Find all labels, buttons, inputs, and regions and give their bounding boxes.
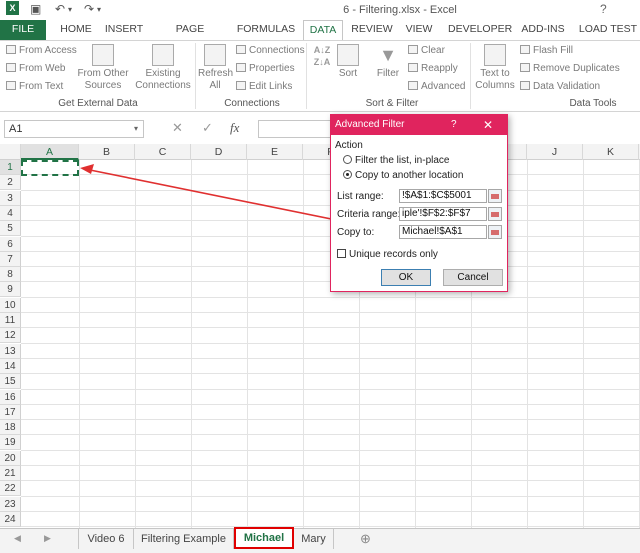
radio-icon bbox=[343, 155, 352, 164]
copy-to-picker-icon[interactable] bbox=[488, 225, 502, 239]
scroll-left-icon[interactable]: ◀ bbox=[14, 533, 21, 544]
dialog-title: Advanced Filter bbox=[335, 119, 405, 130]
cancel-button[interactable]: Cancel bbox=[443, 269, 503, 286]
checkbox-icon bbox=[337, 249, 346, 258]
criteria-range-field[interactable]: iple'!$F$2:$F$7 bbox=[399, 207, 487, 221]
dialog-title-bar: Advanced Filter ? ✕ bbox=[331, 115, 507, 135]
help-icon[interactable]: ? bbox=[451, 115, 457, 135]
annotation-arrow bbox=[80, 164, 401, 234]
sheet-tab-filtering-example[interactable]: Filtering Example bbox=[134, 529, 234, 549]
ok-button[interactable]: OK bbox=[381, 269, 431, 286]
list-range-field[interactable]: !$A$1:$C$5001 bbox=[399, 189, 487, 203]
radio-selected-icon bbox=[343, 170, 352, 179]
sheet-tab-michael[interactable]: Michael bbox=[234, 527, 294, 549]
criteria-range-label: Criteria range: bbox=[337, 209, 401, 220]
action-label: Action bbox=[335, 140, 363, 151]
criteria-range-picker-icon[interactable] bbox=[488, 207, 502, 221]
copy-to-label: Copy to: bbox=[337, 227, 375, 238]
add-sheet-icon[interactable]: ⊕ bbox=[360, 531, 371, 547]
sheet-tab-mary[interactable]: Mary bbox=[294, 529, 334, 549]
dialog-body: Action Filter the list, in-place Copy to… bbox=[331, 135, 507, 291]
list-range-label: List range: bbox=[337, 191, 384, 202]
unique-records-checkbox[interactable]: Unique records only bbox=[337, 249, 438, 260]
advanced-filter-dialog: Advanced Filter ? ✕ Action Filter the li… bbox=[330, 114, 508, 292]
annotation-arrow-head bbox=[80, 164, 94, 174]
sheet-tabs-bar: ◀ ▶ Video 6 Filtering Example Michael Ma… bbox=[0, 527, 640, 553]
copy-to-field[interactable]: Michael!$A$1 bbox=[399, 225, 487, 239]
close-icon[interactable]: ✕ bbox=[483, 115, 493, 135]
scroll-right-icon[interactable]: ▶ bbox=[44, 533, 51, 544]
radio-copy-to-location[interactable]: Copy to another location bbox=[343, 170, 463, 181]
sheet-tab-video-6[interactable]: Video 6 bbox=[78, 529, 134, 549]
radio-filter-in-place[interactable]: Filter the list, in-place bbox=[343, 155, 449, 166]
list-range-picker-icon[interactable] bbox=[488, 189, 502, 203]
